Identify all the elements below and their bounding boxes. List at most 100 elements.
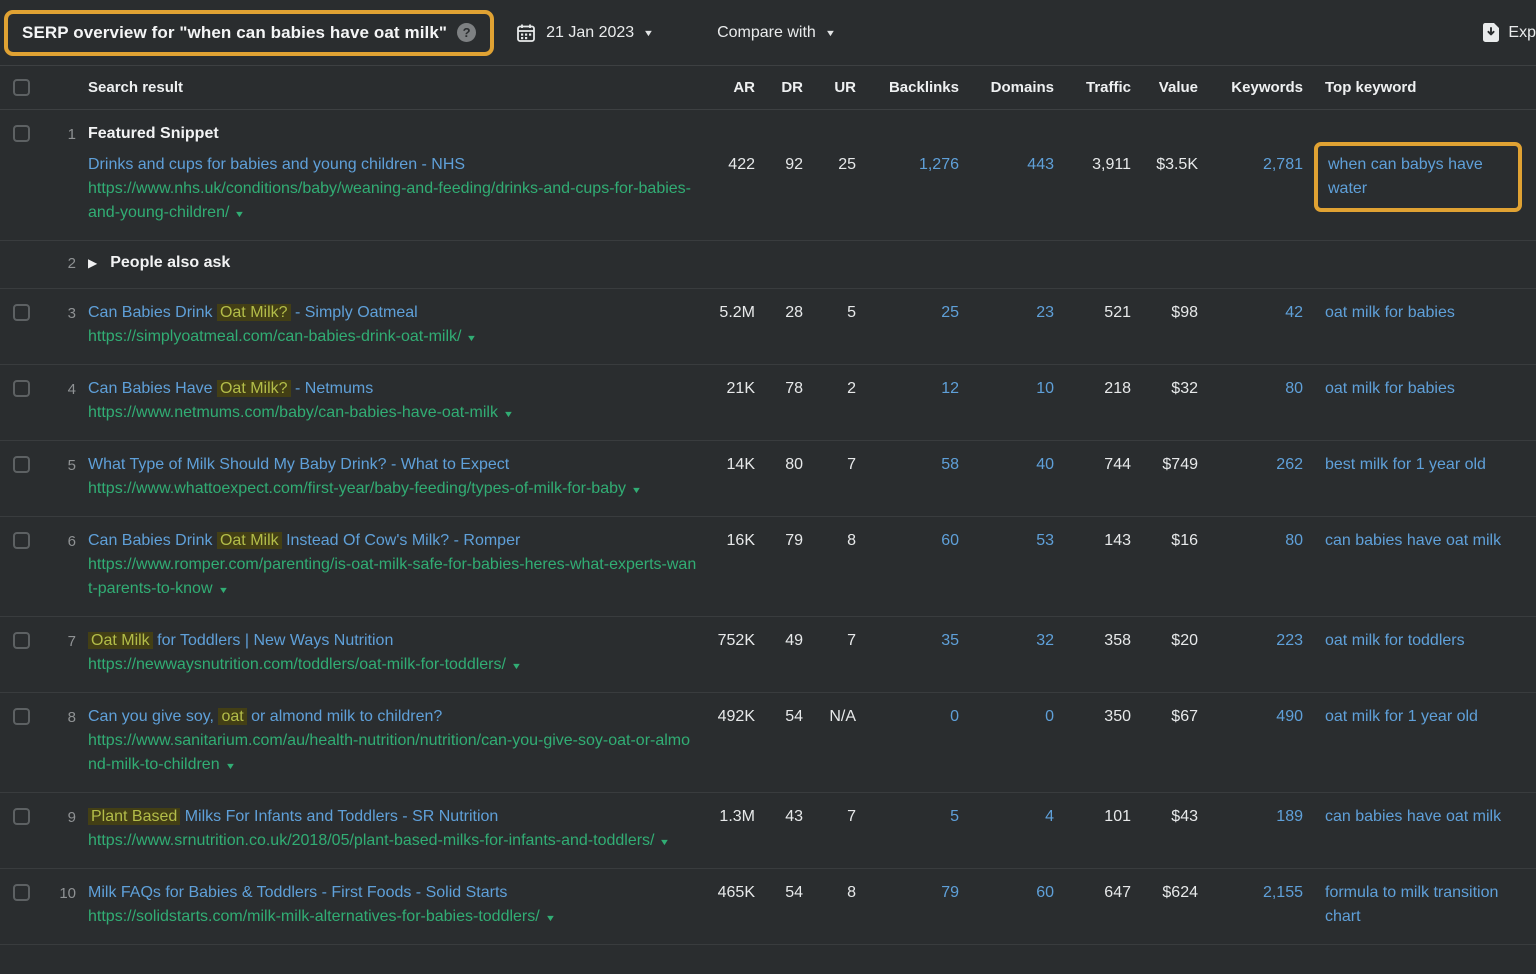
top-keyword-link[interactable]: oat milk for toddlers	[1325, 629, 1536, 653]
date-selector[interactable]: 21 Jan 2023 ▼	[516, 23, 653, 43]
keywords-link[interactable]: 490	[1198, 705, 1303, 729]
result-title-link[interactable]: Can you give soy, oat or almond milk to …	[88, 705, 698, 729]
url-dropdown-caret-icon[interactable]: ▼	[224, 754, 235, 778]
traffic-value: 744	[1054, 453, 1131, 477]
backlinks-link[interactable]: 60	[856, 529, 959, 553]
backlinks-link[interactable]: 5	[856, 805, 959, 829]
table-row: 6 Can Babies Drink Oat Milk Instead Of C…	[0, 517, 1536, 617]
result-url-link[interactable]: https://solidstarts.com/milk-milk-altern…	[88, 905, 698, 930]
highlighted-keyword: Oat Milk	[88, 632, 153, 649]
ar-value: 492K	[698, 705, 755, 729]
backlinks-link[interactable]: 35	[856, 629, 959, 653]
result-url-link[interactable]: https://www.whattoexpect.com/first-year/…	[88, 477, 698, 502]
row-checkbox[interactable]	[13, 708, 30, 725]
row-number: 10	[52, 881, 76, 906]
row-checkbox[interactable]	[13, 125, 30, 142]
highlighted-keyword: Oat Milk	[217, 532, 282, 549]
result-url-link[interactable]: https://www.netmums.com/baby/can-babies-…	[88, 401, 698, 426]
url-dropdown-caret-icon[interactable]: ▼	[631, 478, 642, 502]
result-url-link[interactable]: https://www.sanitarium.com/au/health-nut…	[88, 729, 698, 778]
keywords-link[interactable]: 223	[1198, 629, 1303, 653]
result-title-link[interactable]: Can Babies Drink Oat Milk Instead Of Cow…	[88, 529, 698, 553]
backlinks-link[interactable]: 25	[856, 301, 959, 325]
row-checkbox[interactable]	[13, 456, 30, 473]
expand-arrow-icon[interactable]: ▶	[88, 251, 97, 275]
top-keyword-link[interactable]: can babies have oat milk	[1325, 805, 1536, 829]
domains-link[interactable]: 443	[959, 122, 1054, 177]
chevron-down-icon: ▼	[825, 28, 836, 38]
domains-link[interactable]: 32	[959, 629, 1054, 653]
domains-link[interactable]: 40	[959, 453, 1054, 477]
domains-link[interactable]: 23	[959, 301, 1054, 325]
row-checkbox[interactable]	[13, 632, 30, 649]
top-keyword-link[interactable]: can babies have oat milk	[1325, 529, 1536, 553]
url-dropdown-caret-icon[interactable]: ▼	[466, 326, 477, 350]
result-url-link[interactable]: https://www.nhs.uk/conditions/baby/weani…	[88, 177, 698, 226]
ur-value: 5	[803, 301, 856, 325]
row-checkbox[interactable]	[13, 808, 30, 825]
people-also-ask-label: People also ask	[110, 251, 230, 275]
keywords-link[interactable]: 2,155	[1198, 881, 1303, 905]
compare-with-button[interactable]: Compare with ▼	[717, 24, 835, 42]
result-url-link[interactable]: https://newwaysnutrition.com/toddlers/oa…	[88, 653, 698, 678]
ur-value: 7	[803, 453, 856, 477]
keywords-link[interactable]: 262	[1198, 453, 1303, 477]
url-dropdown-caret-icon[interactable]: ▼	[503, 402, 514, 426]
ur-value: 8	[803, 529, 856, 553]
row-checkbox[interactable]	[13, 304, 30, 321]
result-url-link[interactable]: https://simplyoatmeal.com/can-babies-dri…	[88, 325, 698, 350]
export-button[interactable]: Exp	[1483, 23, 1536, 42]
keywords-link[interactable]: 2,781	[1198, 122, 1303, 177]
domains-link[interactable]: 53	[959, 529, 1054, 553]
domains-link[interactable]: 4	[959, 805, 1054, 829]
dr-value: 28	[755, 301, 803, 325]
value-value: $3.5K	[1131, 122, 1198, 177]
help-icon[interactable]: ?	[457, 23, 476, 42]
url-dropdown-caret-icon[interactable]: ▼	[511, 654, 522, 678]
backlinks-link[interactable]: 58	[856, 453, 959, 477]
table-header-row: Search result AR DR UR Backlinks Domains…	[0, 66, 1536, 110]
top-keyword-link annotation-box-top-keyword[interactable]: when can babys have water	[1314, 142, 1522, 212]
backlinks-link[interactable]: 1,276	[856, 122, 959, 177]
domains-link[interactable]: 0	[959, 705, 1054, 729]
result-title-link[interactable]: Can Babies Drink Oat Milk? - Simply Oatm…	[88, 301, 698, 325]
result-title-link[interactable]: Drinks and cups for babies and young chi…	[88, 153, 698, 177]
top-keyword-link[interactable]: oat milk for babies	[1325, 301, 1536, 325]
ar-value: 422	[698, 122, 755, 177]
traffic-value: 143	[1054, 529, 1131, 553]
backlinks-link[interactable]: 79	[856, 881, 959, 905]
table-row-people-also-ask[interactable]: 2 ▶ People also ask	[0, 241, 1536, 289]
row-checkbox[interactable]	[13, 380, 30, 397]
result-title-link[interactable]: Oat Milk for Toddlers | New Ways Nutriti…	[88, 629, 698, 653]
result-url-link[interactable]: https://www.srnutrition.co.uk/2018/05/pl…	[88, 829, 698, 854]
row-checkbox[interactable]	[13, 884, 30, 901]
top-keyword-link[interactable]: formula to milk transition chart	[1325, 881, 1536, 929]
top-keyword-link[interactable]: oat milk for 1 year old	[1325, 705, 1536, 729]
value-value: $624	[1131, 881, 1198, 905]
value-value: $43	[1131, 805, 1198, 829]
result-url-link[interactable]: https://www.romper.com/parenting/is-oat-…	[88, 553, 698, 602]
url-dropdown-caret-icon[interactable]: ▼	[234, 202, 245, 226]
url-dropdown-caret-icon[interactable]: ▼	[545, 906, 556, 930]
result-title-link[interactable]: Plant Based Milks For Infants and Toddle…	[88, 805, 698, 829]
top-keyword-link[interactable]: oat milk for babies	[1325, 377, 1536, 401]
url-dropdown-caret-icon[interactable]: ▼	[659, 830, 670, 854]
row-checkbox[interactable]	[13, 532, 30, 549]
keywords-link[interactable]: 189	[1198, 805, 1303, 829]
domains-link[interactable]: 10	[959, 377, 1054, 401]
value-value: $98	[1131, 301, 1198, 325]
result-title-link[interactable]: What Type of Milk Should My Baby Drink? …	[88, 453, 698, 477]
domains-link[interactable]: 60	[959, 881, 1054, 905]
result-title-link[interactable]: Milk FAQs for Babies & Toddlers - First …	[88, 881, 698, 905]
keywords-link[interactable]: 42	[1198, 301, 1303, 325]
keywords-link[interactable]: 80	[1198, 529, 1303, 553]
result-title-link[interactable]: Can Babies Have Oat Milk? - Netmums	[88, 377, 698, 401]
backlinks-link[interactable]: 0	[856, 705, 959, 729]
column-header-ur: UR	[803, 79, 856, 96]
keywords-link[interactable]: 80	[1198, 377, 1303, 401]
url-dropdown-caret-icon[interactable]: ▼	[217, 578, 228, 602]
top-keyword-link[interactable]: best milk for 1 year old	[1325, 453, 1536, 477]
backlinks-link[interactable]: 12	[856, 377, 959, 401]
select-all-checkbox[interactable]	[13, 79, 30, 96]
traffic-value: 358	[1054, 629, 1131, 653]
